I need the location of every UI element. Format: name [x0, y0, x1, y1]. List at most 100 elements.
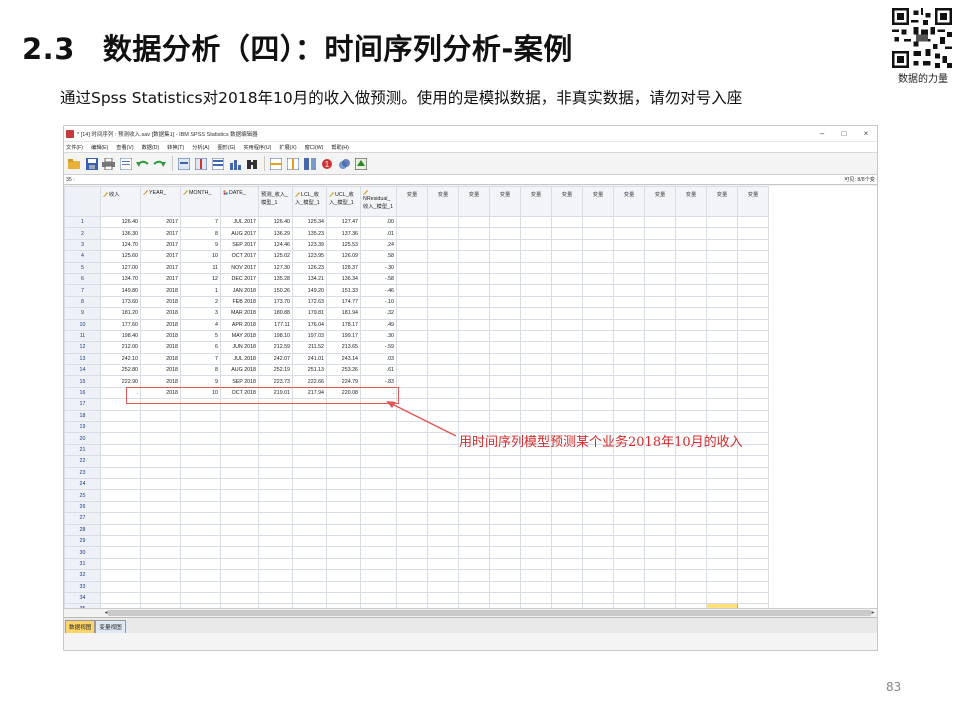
empty-cell[interactable]	[582, 341, 614, 354]
empty-cell[interactable]	[520, 386, 552, 400]
data-cell[interactable]	[326, 557, 361, 571]
data-cell[interactable]: 137.36	[326, 227, 361, 240]
data-cell[interactable]: 134.70	[100, 272, 141, 286]
empty-cell[interactable]	[427, 295, 459, 309]
empty-cell[interactable]	[458, 261, 490, 274]
empty-cell[interactable]	[613, 261, 645, 274]
empty-cell[interactable]	[520, 295, 552, 309]
empty-cell[interactable]	[706, 250, 738, 263]
empty-cell[interactable]	[737, 318, 769, 331]
data-cell[interactable]	[180, 512, 221, 525]
data-cell[interactable]	[220, 557, 259, 571]
data-cell[interactable]: 178.17	[326, 318, 361, 331]
data-cell[interactable]	[258, 580, 293, 593]
menu-item[interactable]: 帮助(H)	[331, 144, 349, 151]
data-cell[interactable]: 126.40	[258, 215, 293, 229]
empty-cell[interactable]	[644, 329, 676, 343]
empty-cell[interactable]	[489, 375, 521, 388]
data-cell[interactable]	[326, 512, 361, 525]
data-cell[interactable]: 9	[180, 375, 221, 388]
data-cell[interactable]	[100, 580, 141, 593]
data-cell[interactable]	[100, 546, 141, 559]
data-cell[interactable]	[326, 432, 361, 445]
data-cell[interactable]: MAR 2018	[220, 307, 259, 320]
empty-cell[interactable]	[396, 318, 428, 331]
data-cell[interactable]	[100, 466, 141, 480]
empty-cell[interactable]	[551, 375, 583, 388]
data-cell[interactable]: 199.17	[326, 329, 361, 343]
empty-cell[interactable]	[489, 295, 521, 309]
data-cell[interactable]: 123.39	[292, 238, 327, 252]
data-cell[interactable]: 212.00	[100, 341, 141, 354]
data-cell[interactable]: 176.04	[292, 318, 327, 331]
empty-cell[interactable]	[458, 489, 490, 502]
empty-cell[interactable]	[613, 580, 645, 593]
empty-cell[interactable]	[520, 466, 552, 480]
empty-cell[interactable]	[644, 409, 676, 423]
row-number[interactable]: 28	[64, 523, 101, 536]
empty-cell[interactable]	[675, 523, 707, 536]
data-cell[interactable]: 212.59	[258, 341, 293, 354]
empty-cell[interactable]	[520, 329, 552, 343]
empty-cell[interactable]	[396, 227, 428, 240]
empty-cell[interactable]	[427, 477, 459, 491]
empty-cell[interactable]	[737, 250, 769, 263]
empty-cell[interactable]	[551, 238, 583, 252]
data-cell[interactable]: 2017	[140, 227, 181, 240]
empty-cell[interactable]	[737, 341, 769, 354]
empty-cell[interactable]	[489, 284, 521, 297]
empty-cell[interactable]	[520, 557, 552, 571]
data-cell[interactable]: 136.30	[100, 227, 141, 240]
empty-cell[interactable]	[706, 227, 738, 240]
empty-cell[interactable]	[613, 455, 645, 468]
empty-cell[interactable]	[706, 569, 738, 582]
scroll-thumb[interactable]	[108, 610, 871, 616]
data-cell[interactable]	[292, 512, 327, 525]
empty-cell[interactable]	[737, 238, 769, 252]
empty-cell[interactable]	[520, 272, 552, 286]
data-cell[interactable]: 2	[180, 295, 221, 309]
data-cell[interactable]	[258, 591, 293, 605]
empty-cell[interactable]	[551, 318, 583, 331]
data-cell[interactable]: 151.33	[326, 284, 361, 297]
data-cell[interactable]	[180, 534, 221, 548]
data-cell[interactable]: NOV 2017	[220, 261, 259, 274]
data-cell[interactable]	[326, 500, 361, 514]
empty-cell[interactable]	[706, 523, 738, 536]
data-cell[interactable]: SEP 2017	[220, 238, 259, 252]
data-cell[interactable]: 11	[180, 261, 221, 274]
data-cell[interactable]: -.59	[360, 341, 397, 354]
data-cell[interactable]	[258, 489, 293, 502]
empty-cell[interactable]	[489, 238, 521, 252]
empty-cell[interactable]	[458, 591, 490, 605]
empty-cell[interactable]	[644, 512, 676, 525]
empty-cell[interactable]	[396, 489, 428, 502]
data-cell[interactable]	[292, 523, 327, 536]
empty-cell[interactable]	[520, 227, 552, 240]
empty-cell[interactable]	[582, 409, 614, 423]
empty-cell[interactable]	[489, 546, 521, 559]
empty-cell[interactable]	[489, 523, 521, 536]
data-cell[interactable]	[292, 466, 327, 480]
empty-cell[interactable]	[520, 569, 552, 582]
empty-cell[interactable]	[613, 215, 645, 229]
tab-data-view[interactable]: 数据视图	[65, 620, 96, 633]
data-cell[interactable]	[292, 591, 327, 605]
empty-cell[interactable]	[427, 227, 459, 240]
empty-cell[interactable]	[613, 375, 645, 388]
data-cell[interactable]: 125.60	[100, 250, 141, 263]
row-number[interactable]: 33	[64, 580, 101, 593]
empty-cell[interactable]	[427, 352, 459, 366]
data-cell[interactable]: 9	[180, 238, 221, 252]
data-cell[interactable]	[326, 409, 361, 423]
data-cell[interactable]: .00	[360, 215, 397, 229]
empty-cell[interactable]	[520, 500, 552, 514]
empty-cell[interactable]	[427, 557, 459, 571]
data-cell[interactable]: 149.80	[100, 284, 141, 297]
empty-column-header[interactable]: 变量	[675, 186, 707, 217]
empty-cell[interactable]	[675, 466, 707, 480]
data-cell[interactable]: 3	[180, 307, 221, 320]
empty-cell[interactable]	[489, 329, 521, 343]
data-cell[interactable]	[140, 523, 181, 536]
data-cell[interactable]	[220, 466, 259, 480]
